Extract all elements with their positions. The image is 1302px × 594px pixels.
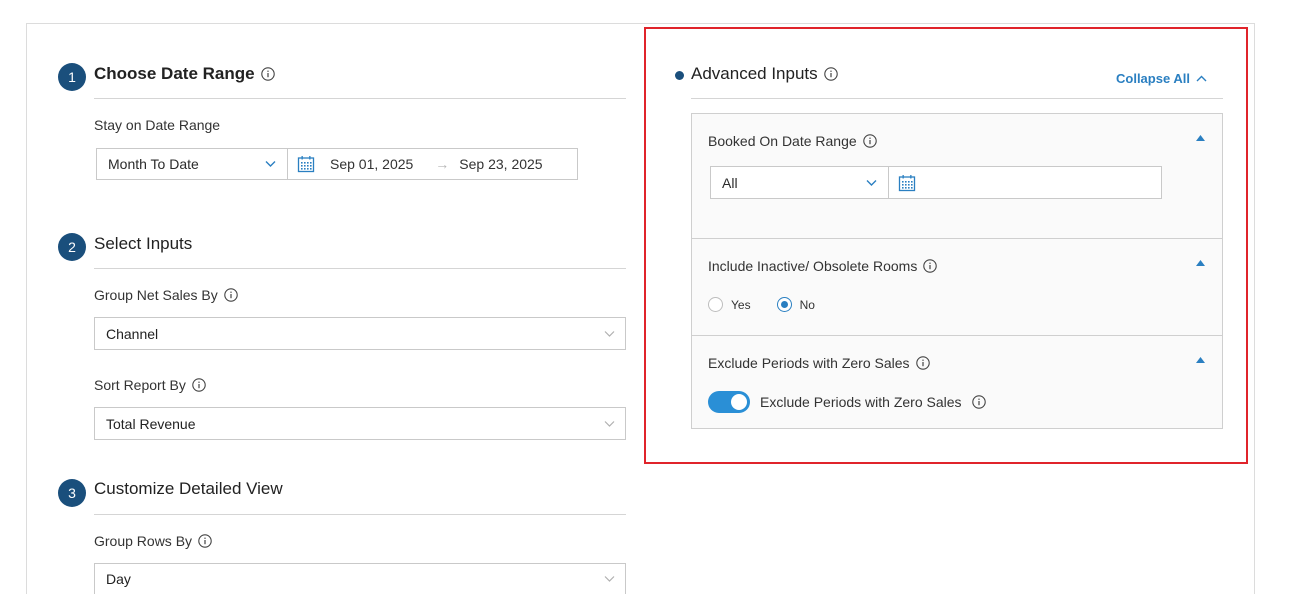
radio-yes-label: Yes	[731, 297, 751, 312]
calendar-icon-button[interactable]	[889, 167, 925, 198]
accordion-separator	[692, 238, 1222, 239]
step-3-title-text: Customize Detailed View	[94, 479, 283, 498]
group-net-sales-select[interactable]: Channel	[94, 317, 626, 350]
end-date-value: Sep 23, 2025	[459, 156, 543, 172]
chevron-down-icon	[866, 179, 877, 186]
step-3-title: Customize Detailed View	[94, 479, 283, 499]
calendar-icon	[297, 155, 315, 173]
inactive-rooms-section-title: Include Inactive/ Obsolete Rooms	[708, 258, 937, 274]
sort-report-label-text: Sort Report By	[94, 377, 186, 393]
collapse-all-button[interactable]: Collapse All	[1116, 71, 1207, 86]
step-2-divider	[94, 268, 626, 269]
step-3-divider	[94, 514, 626, 515]
advanced-inputs-bullet	[675, 71, 684, 80]
zero-sales-title-text: Exclude Periods with Zero Sales	[708, 355, 910, 371]
info-icon[interactable]	[192, 378, 206, 392]
booked-on-date-range-picker: All	[710, 166, 1162, 199]
advanced-inputs-divider	[691, 98, 1223, 99]
booked-on-title-text: Booked On Date Range	[708, 133, 857, 149]
start-date-input[interactable]: Sep 01, 2025	[330, 149, 413, 179]
chevron-down-icon	[604, 576, 615, 583]
date-preset-value: Month To Date	[108, 156, 199, 172]
sort-report-select[interactable]: Total Revenue	[94, 407, 626, 440]
radio-no[interactable]	[776, 297, 792, 312]
collapse-caret-icon[interactable]	[1196, 260, 1205, 266]
group-rows-label-text: Group Rows By	[94, 533, 193, 549]
step-1-divider	[94, 98, 626, 99]
stay-date-range-label-text: Stay on Date Range	[94, 117, 221, 133]
sort-report-label: Sort Report By	[94, 377, 206, 393]
sort-report-value: Total Revenue	[106, 415, 196, 432]
advanced-inputs-title-text: Advanced Inputs	[691, 64, 818, 83]
accordion-separator	[692, 335, 1222, 336]
chevron-up-icon	[1196, 75, 1207, 82]
end-date-input[interactable]: Sep 23, 2025	[459, 149, 542, 179]
step-2-title: Select Inputs	[94, 234, 192, 254]
info-icon[interactable]	[863, 134, 877, 148]
info-icon[interactable]	[972, 395, 986, 409]
collapse-all-label: Collapse All	[1116, 71, 1190, 86]
step-1-badge: 1	[58, 63, 86, 91]
group-rows-value: Day	[106, 571, 131, 587]
inactive-rooms-radio-group: Yes No	[708, 297, 841, 312]
chevron-down-icon	[604, 420, 615, 427]
info-icon[interactable]	[198, 534, 212, 548]
chevron-down-icon	[604, 330, 615, 337]
zero-sales-toggle-label: Exclude Periods with Zero Sales	[760, 394, 962, 410]
chevron-down-icon	[265, 161, 276, 168]
zero-sales-toggle-row: Exclude Periods with Zero Sales	[708, 391, 986, 413]
date-preset-select[interactable]: Month To Date	[97, 149, 288, 179]
info-icon[interactable]	[261, 67, 275, 81]
stay-date-range-picker: Month To Date Sep 01, 2025 → Sep 23, 202…	[96, 148, 578, 180]
range-arrow-icon: →	[435, 156, 450, 172]
stay-date-range-label: Stay on Date Range	[94, 117, 220, 133]
advanced-accordion: Booked On Date Range All Include Inactiv…	[691, 113, 1223, 429]
radio-yes[interactable]	[708, 297, 723, 312]
start-date-value: Sep 01, 2025	[330, 156, 414, 172]
booked-on-date-input[interactable]	[925, 167, 1161, 198]
booked-on-section-title: Booked On Date Range	[708, 133, 877, 149]
step-2-title-text: Select Inputs	[94, 234, 193, 253]
advanced-inputs-title: Advanced Inputs	[691, 64, 838, 84]
zero-sales-toggle[interactable]	[708, 391, 750, 413]
calendar-icon	[898, 174, 916, 192]
info-icon[interactable]	[224, 288, 238, 302]
inactive-rooms-title-text: Include Inactive/ Obsolete Rooms	[708, 258, 918, 274]
group-net-sales-label-text: Group Net Sales By	[94, 287, 218, 303]
collapse-caret-icon[interactable]	[1196, 357, 1205, 363]
group-net-sales-label: Group Net Sales By	[94, 287, 238, 303]
info-icon[interactable]	[916, 356, 930, 370]
step-2-badge: 2	[58, 233, 86, 261]
collapse-caret-icon[interactable]	[1196, 135, 1205, 141]
group-net-sales-value: Channel	[106, 325, 159, 342]
info-icon[interactable]	[824, 67, 838, 81]
step-3-badge: 3	[58, 479, 86, 507]
calendar-icon-button[interactable]	[288, 149, 324, 179]
radio-no-label: No	[799, 297, 815, 312]
booked-on-preset-select[interactable]: All	[711, 167, 889, 198]
info-icon[interactable]	[923, 259, 937, 273]
booked-on-preset-value: All	[722, 174, 738, 191]
step-1-title: Choose Date Range	[94, 64, 275, 84]
step-1-title-text: Choose Date Range	[94, 64, 255, 83]
group-rows-select[interactable]: Day	[94, 563, 626, 594]
zero-sales-section-title: Exclude Periods with Zero Sales	[708, 355, 930, 371]
group-rows-label: Group Rows By	[94, 533, 212, 549]
